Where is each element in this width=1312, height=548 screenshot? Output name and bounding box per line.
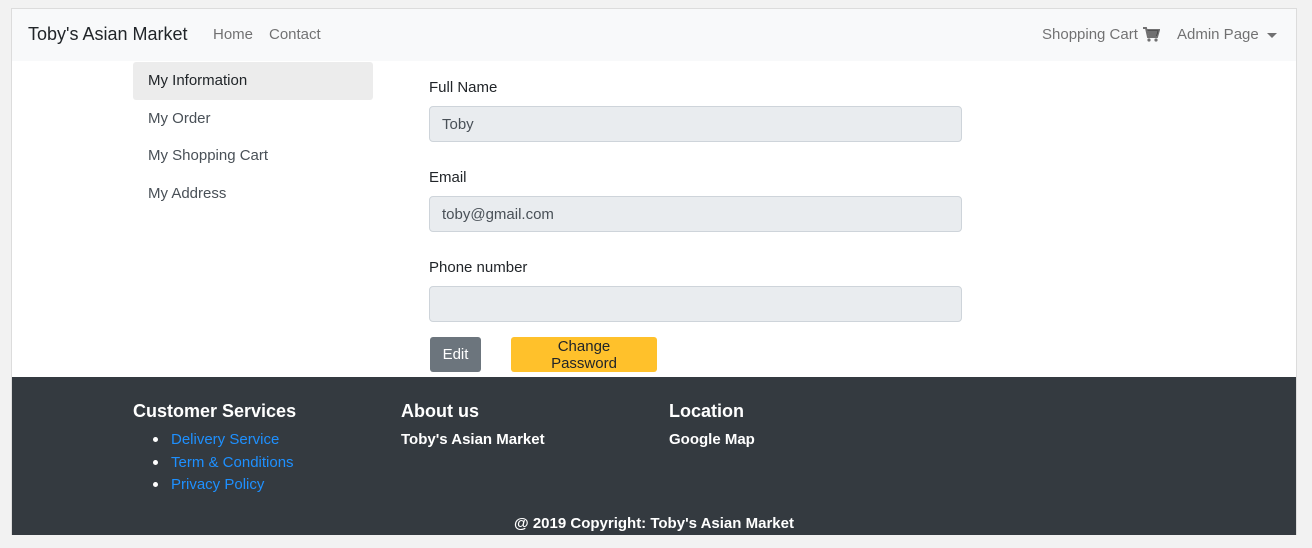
page-frame: Toby's Asian Market Home Contact Shoppin… — [11, 8, 1297, 535]
shopping-cart-label: Shopping Cart — [1042, 26, 1138, 43]
customer-services-list: Delivery Service Term & Conditions Priva… — [133, 431, 296, 499]
account-sidebar: My Information My Order My Shopping Cart… — [133, 62, 373, 212]
email-label: Email — [429, 169, 467, 186]
nav-home-link[interactable]: Home — [213, 26, 253, 43]
shopping-cart-icon — [1142, 27, 1160, 42]
sidebar-item-my-shopping-cart[interactable]: My Shopping Cart — [133, 137, 373, 175]
location-heading: Location — [669, 401, 744, 421]
list-item: Delivery Service — [153, 431, 296, 454]
list-item: Privacy Policy — [153, 476, 296, 499]
caret-down-icon — [1266, 33, 1277, 38]
form-actions: Edit Change Password — [429, 337, 962, 372]
sidebar-item-my-order[interactable]: My Order — [133, 100, 373, 138]
phone-number-field[interactable] — [429, 286, 962, 322]
information-form: Full Name Toby Email toby@gmail.com Phon… — [429, 79, 962, 372]
copyright-text: @ 2019 Copyright: Toby's Asian Market — [514, 515, 794, 532]
full-name-label: Full Name — [429, 79, 498, 96]
top-navbar: Toby's Asian Market Home Contact Shoppin… — [12, 9, 1296, 61]
delivery-service-link[interactable]: Delivery Service — [171, 431, 279, 448]
about-us-heading: About us — [401, 401, 479, 421]
list-item: Term & Conditions — [153, 454, 296, 477]
sidebar-item-my-address[interactable]: My Address — [133, 175, 373, 213]
footer-customer-services: Customer Services Delivery Service Term … — [133, 401, 296, 499]
email-field[interactable]: toby@gmail.com — [429, 196, 962, 232]
full-name-field[interactable]: Toby — [429, 106, 962, 142]
sidebar-item-my-information[interactable]: My Information — [133, 62, 373, 100]
privacy-policy-link[interactable]: Privacy Policy — [171, 476, 264, 493]
footer-about-us: About us Toby's Asian Market — [401, 401, 545, 448]
google-map-link[interactable]: Google Map — [669, 431, 755, 448]
brand-link[interactable]: Toby's Asian Market — [28, 24, 188, 45]
customer-services-heading: Customer Services — [133, 401, 297, 421]
site-footer: Customer Services Delivery Service Term … — [12, 377, 1296, 535]
nav-contact-link[interactable]: Contact — [269, 26, 321, 43]
change-password-button[interactable]: Change Password — [511, 337, 657, 372]
about-us-text: Toby's Asian Market — [401, 431, 545, 448]
phone-number-label: Phone number — [429, 259, 528, 276]
terms-conditions-link[interactable]: Term & Conditions — [171, 454, 294, 471]
footer-location: Location Google Map — [669, 401, 755, 448]
admin-page-label: Admin Page — [1177, 26, 1259, 43]
nav-shopping-cart-link[interactable]: Shopping Cart — [1042, 26, 1160, 43]
edit-button[interactable]: Edit — [430, 337, 481, 372]
nav-admin-dropdown[interactable]: Admin Page — [1177, 26, 1277, 43]
